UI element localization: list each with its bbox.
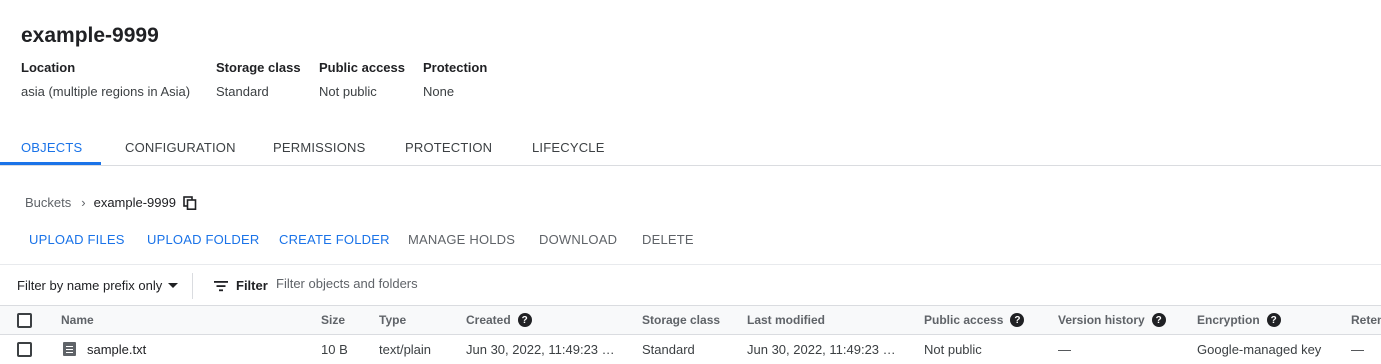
create-folder-button[interactable]: CREATE FOLDER xyxy=(279,232,390,247)
cell-retention: — xyxy=(1351,342,1364,357)
cell-storage-class: Standard xyxy=(642,342,695,357)
meta-value: Not public xyxy=(319,84,377,99)
column-header-type[interactable]: Type xyxy=(379,313,406,327)
column-header-created[interactable]: Created ? xyxy=(466,313,532,327)
filter-divider xyxy=(192,273,193,299)
copy-icon[interactable] xyxy=(183,195,197,210)
column-header-storage-class[interactable]: Storage class xyxy=(642,313,720,327)
chevron-right-icon: › xyxy=(81,195,86,210)
cell-public-access: Not public xyxy=(924,342,982,357)
filter-button[interactable]: Filter xyxy=(214,278,268,293)
breadcrumb-current: example-9999 xyxy=(93,195,176,210)
meta-storage-class: Storage class Standard xyxy=(216,60,301,99)
meta-value: Standard xyxy=(216,84,269,99)
column-header-size[interactable]: Size xyxy=(321,313,345,327)
tab-bar: OBJECTS CONFIGURATION PERMISSIONS PROTEC… xyxy=(0,128,1381,166)
filter-icon xyxy=(214,280,228,291)
filter-button-label: Filter xyxy=(236,278,268,293)
column-header-retention[interactable]: Reten xyxy=(1351,313,1381,327)
cell-created: Jun 30, 2022, 11:49:23 … xyxy=(466,342,615,357)
tab-protection[interactable]: PROTECTION xyxy=(405,140,492,155)
meta-label: Protection xyxy=(423,60,488,75)
cell-last-modified: Jun 30, 2022, 11:49:23 … xyxy=(747,342,896,357)
row-checkbox[interactable] xyxy=(17,342,32,357)
tab-permissions[interactable]: PERMISSIONS xyxy=(273,140,366,155)
file-icon xyxy=(63,342,76,356)
download-button[interactable]: DOWNLOAD xyxy=(539,232,617,247)
tab-lifecycle[interactable]: LIFECYCLE xyxy=(532,140,605,155)
breadcrumb-buckets-link[interactable]: Buckets xyxy=(25,195,71,210)
column-header-name[interactable]: Name xyxy=(61,313,94,327)
active-tab-indicator xyxy=(0,162,101,165)
help-icon[interactable]: ? xyxy=(1010,313,1025,327)
tab-objects[interactable]: OBJECTS xyxy=(21,140,82,155)
breadcrumb: Buckets › example-9999 xyxy=(25,195,197,210)
help-icon[interactable]: ? xyxy=(1266,313,1281,327)
dropdown-caret-icon xyxy=(168,283,179,288)
upload-folder-button[interactable]: UPLOAD FOLDER xyxy=(147,232,259,247)
meta-label: Public access xyxy=(319,60,405,75)
column-header-public-access[interactable]: Public access ? xyxy=(924,313,1025,327)
manage-holds-button[interactable]: MANAGE HOLDS xyxy=(408,232,515,247)
bucket-title: example-9999 xyxy=(21,24,159,47)
column-header-encryption[interactable]: Encryption ? xyxy=(1197,313,1281,327)
column-header-last-modified[interactable]: Last modified xyxy=(747,313,825,327)
column-header-version-history[interactable]: Version history ? xyxy=(1058,313,1166,327)
cell-type: text/plain xyxy=(379,342,432,357)
help-icon[interactable]: ? xyxy=(517,313,532,327)
table-header: Name Size Type Created ? Storage class L… xyxy=(0,306,1381,335)
meta-protection: Protection None xyxy=(423,60,487,99)
delete-button[interactable]: DELETE xyxy=(642,232,694,247)
tab-configuration[interactable]: CONFIGURATION xyxy=(125,140,236,155)
table-row[interactable]: sample.txt 10 B text/plain Jun 30, 2022,… xyxy=(0,335,1381,364)
filter-bar: Filter by name prefix only Filter xyxy=(0,264,1381,306)
meta-public-access: Public access Not public xyxy=(319,60,405,99)
filter-mode-label: Filter by name prefix only xyxy=(17,278,163,293)
meta-value: None xyxy=(423,84,455,99)
meta-value: asia (multiple regions in Asia) xyxy=(21,84,191,99)
help-icon[interactable]: ? xyxy=(1151,313,1166,327)
filter-mode-dropdown[interactable]: Filter by name prefix only xyxy=(17,278,179,293)
object-name-link[interactable]: sample.txt xyxy=(87,342,146,357)
cell-size: 10 B xyxy=(321,342,348,357)
cell-version-history: — xyxy=(1058,342,1071,357)
meta-label: Location xyxy=(21,60,76,75)
cell-encryption: Google-managed key xyxy=(1197,342,1322,357)
meta-label: Storage class xyxy=(216,60,301,75)
upload-files-button[interactable]: UPLOAD FILES xyxy=(29,232,125,247)
filter-input[interactable] xyxy=(276,276,876,291)
meta-location: Location asia (multiple regions in Asia) xyxy=(21,60,190,99)
select-all-checkbox[interactable] xyxy=(17,313,32,328)
